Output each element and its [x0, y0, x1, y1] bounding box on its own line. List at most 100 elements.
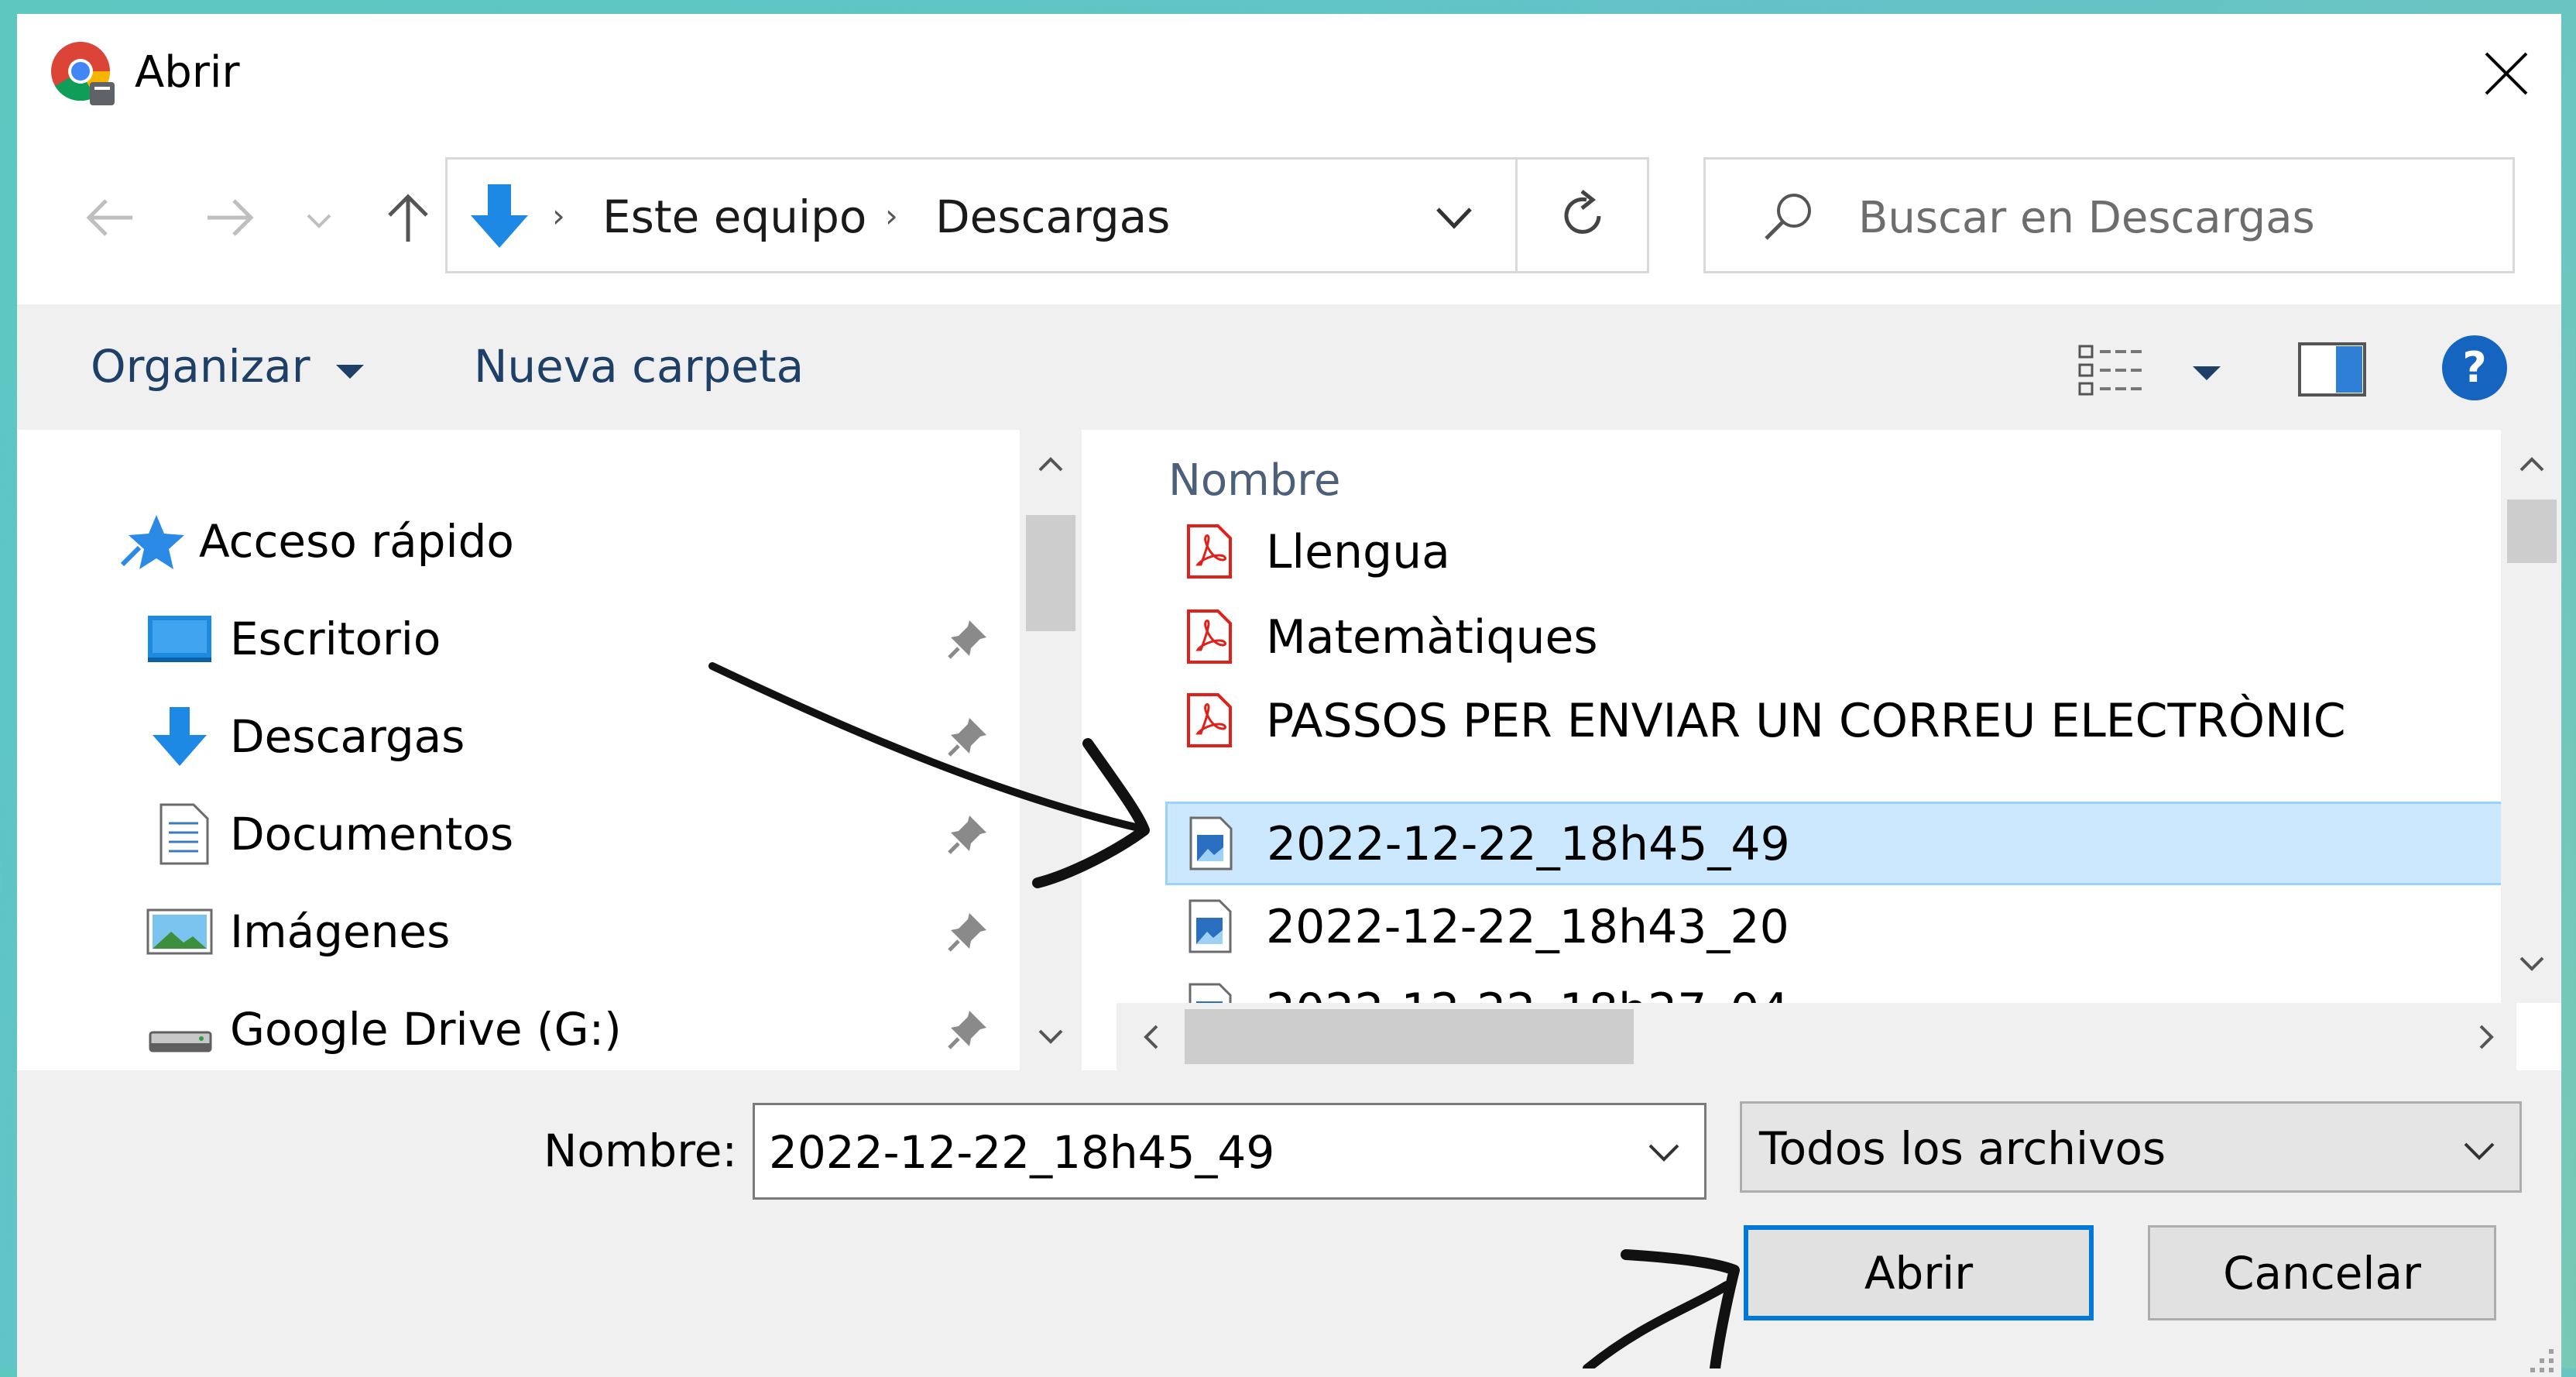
chrome-icon	[51, 42, 115, 105]
nav-item-label: Acceso rápido	[199, 515, 514, 568]
nav-item-label: Documentos	[230, 808, 514, 860]
file-name: Matemàtiques	[1266, 610, 1598, 664]
pdf-file-icon	[1187, 693, 1232, 747]
recent-locations-button[interactable]	[296, 190, 342, 252]
nav-item-descargas[interactable]: Descargas	[17, 690, 1000, 783]
desktop-icon	[148, 616, 211, 662]
title-bar: Abrir	[17, 14, 2561, 139]
chevron-down-icon[interactable]	[1427, 198, 1481, 237]
scroll-up-icon[interactable]	[2501, 433, 2561, 495]
image-file-icon	[1189, 983, 1232, 1003]
resize-grip-icon[interactable]	[2523, 1341, 2557, 1375]
breadcrumb-separator-icon: ›	[885, 197, 898, 235]
nav-pane-scrollbar[interactable]	[1020, 430, 1082, 1070]
file-row[interactable]: PASSOS PER ENVIAR UN CORREU ELECTRÒNIC	[1165, 679, 2505, 763]
file-row[interactable]: Matemàtiques	[1165, 596, 2505, 679]
nav-item-escritorio[interactable]: Escritorio	[17, 592, 1000, 685]
nav-item-label: Escritorio	[230, 613, 441, 665]
command-toolbar: Organizar Nueva carpeta ?	[17, 304, 2561, 430]
pin-icon[interactable]	[946, 812, 990, 856]
pin-icon[interactable]	[946, 910, 990, 953]
arrow-left-icon	[86, 199, 132, 236]
nav-item-documentos[interactable]: Documentos	[17, 788, 1000, 881]
refresh-button[interactable]	[1518, 157, 1649, 273]
search-icon	[1765, 194, 1811, 240]
svg-text:?: ?	[2462, 343, 2486, 392]
close-icon	[2485, 52, 2528, 95]
open-button[interactable]: Abrir	[1744, 1225, 2094, 1320]
arrow-up-icon	[388, 194, 428, 242]
nav-item-label: Imágenes	[230, 905, 451, 958]
file-row[interactable]: 2022-12-22_18h43_20	[1165, 885, 2505, 969]
chevron-down-icon[interactable]	[1641, 1136, 1687, 1170]
file-row[interactable]: Llengua	[1165, 510, 2505, 594]
nav-item-label: Descargas	[230, 710, 465, 763]
download-arrow-icon	[153, 707, 207, 766]
search-box[interactable]	[1703, 157, 2515, 273]
scroll-thumb[interactable]	[1026, 515, 1075, 631]
file-list-vertical-scrollbar[interactable]	[2501, 430, 2561, 1003]
scroll-down-icon[interactable]	[2501, 933, 2561, 995]
pin-icon[interactable]	[946, 715, 990, 758]
scroll-down-icon[interactable]	[1020, 1006, 1082, 1068]
navigation-bar: › Este equipo › Descargas	[17, 142, 2561, 304]
file-name-combobox[interactable]	[753, 1103, 1706, 1200]
column-header-name[interactable]: Nombre	[1168, 453, 1341, 509]
search-input[interactable]	[1857, 186, 2495, 249]
view-details-icon[interactable]	[2077, 343, 2146, 397]
scroll-up-icon[interactable]	[1020, 433, 1082, 495]
pin-icon[interactable]	[946, 1008, 990, 1051]
scroll-thumb[interactable]	[1185, 1009, 1634, 1064]
star-icon	[120, 515, 184, 569]
file-name: 2022-12-22_18h43_20	[1266, 900, 1789, 954]
scroll-left-icon[interactable]	[1120, 1006, 1182, 1068]
refresh-icon	[1564, 190, 1600, 234]
help-icon[interactable]: ?	[2441, 334, 2509, 402]
breadcrumb-separator-icon: ›	[552, 197, 565, 235]
chevron-down-icon	[307, 214, 331, 228]
open-file-dialog: Abrir › Este equipo › Descargas Buscar e…	[17, 14, 2561, 1377]
drive-icon	[149, 1031, 212, 1052]
file-row[interactable]: 2022-12-22_18h27_04	[1165, 969, 2505, 1003]
file-name: PASSOS PER ENVIAR UN CORREU ELECTRÒNIC	[1266, 694, 2346, 748]
nav-item-label: Google Drive (G:)	[230, 1003, 622, 1056]
nav-item-quick-access[interactable]: Acceso rápido	[17, 495, 1000, 588]
chevron-down-icon[interactable]	[2456, 1135, 2502, 1169]
bottom-panel: Nombre: Todos los archivos Abrir Cancela…	[17, 1070, 2561, 1377]
file-type-value: Todos los archivos	[1759, 1122, 2166, 1175]
breadcrumb-este-equipo[interactable]: Este equipo	[602, 189, 866, 245]
close-button[interactable]	[2464, 31, 2549, 116]
download-arrow-icon	[471, 184, 528, 248]
cancel-button[interactable]: Cancelar	[2148, 1225, 2496, 1320]
arrow-right-icon	[208, 199, 254, 236]
file-list-horizontal-scrollbar[interactable]	[1116, 1003, 2516, 1070]
file-name-label: Nombre:	[544, 1125, 737, 1177]
pin-icon[interactable]	[946, 617, 990, 661]
scroll-thumb[interactable]	[2507, 500, 2557, 563]
new-folder-button[interactable]: Nueva carpeta	[474, 338, 804, 394]
navigation-pane: Acceso rápido Escritorio Descargas Docum…	[17, 430, 1082, 1070]
preview-pane-icon[interactable]	[2297, 342, 2367, 397]
window-title: Abrir	[135, 47, 240, 98]
forward-button[interactable]	[199, 187, 261, 249]
nav-item-google-drive[interactable]: Google Drive (G:)	[17, 983, 1000, 1076]
breadcrumb-descargas[interactable]: Descargas	[935, 189, 1170, 245]
organize-menu[interactable]: Organizar	[91, 338, 310, 394]
back-button[interactable]	[79, 187, 141, 249]
pdf-file-icon	[1187, 610, 1232, 664]
file-type-select[interactable]: Todos los archivos	[1740, 1101, 2522, 1193]
scroll-right-icon[interactable]	[2456, 1006, 2518, 1068]
file-list: Nombre Llengua Matemàtiques PASSOS PER E…	[1097, 430, 2522, 1003]
document-icon	[159, 803, 209, 865]
caret-down-icon[interactable]	[2193, 366, 2221, 380]
address-bar[interactable]: › Este equipo › Descargas	[445, 157, 1518, 273]
nav-item-imagenes[interactable]: Imágenes	[17, 885, 1000, 978]
file-name-input[interactable]	[767, 1121, 1607, 1184]
pictures-icon	[146, 908, 213, 955]
file-name: 2022-12-22_18h27_04	[1266, 983, 1789, 1003]
image-file-icon	[1189, 899, 1232, 953]
caret-down-icon[interactable]	[336, 365, 364, 379]
file-name: Llengua	[1266, 525, 1450, 579]
pdf-file-icon	[1187, 524, 1232, 579]
up-button[interactable]	[377, 187, 439, 249]
